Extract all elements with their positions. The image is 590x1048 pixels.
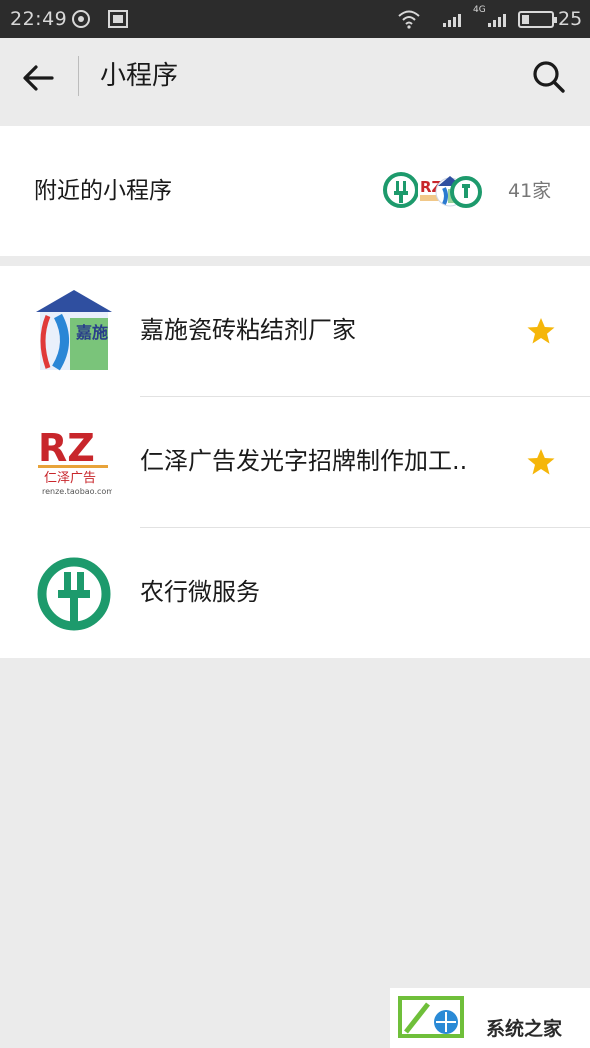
arrow-left-icon[interactable] [20,60,60,100]
list-item-jiashi[interactable]: 嘉施 嘉施瓷砖粘结剂厂家 [0,266,590,397]
status-bar: 22:49 4G 25 [0,0,590,38]
abc-bank-logo [37,557,111,631]
star-icon[interactable] [526,316,556,346]
watermark: 系统之家 [390,988,590,1048]
svg-text:RZ: RZ [38,426,95,470]
list-item-abc[interactable]: 农行微服务 [0,528,590,659]
abc-bank-logo-small [383,172,419,208]
watermark-logo-icon [398,996,464,1038]
abc-bank-logo-small-2 [450,176,482,208]
sync-icon [72,10,90,28]
jiashi-logo: 嘉施 [36,290,112,371]
renze-logo: RZ 仁泽广告 renze.taobao.com [38,426,112,496]
network-type: 4G [473,5,486,15]
battery-icon [518,11,557,28]
search-icon[interactable] [528,58,572,98]
wifi-icon [398,10,420,29]
nearby-label: 附近的小程序 [34,178,172,204]
list-item-name: 嘉施瓷砖粘结剂厂家 [140,316,356,344]
nearby-count: 41家 [508,180,552,202]
signal-icon-1 [443,11,465,27]
svg-text:嘉施: 嘉施 [75,323,108,342]
list-item-name: 农行微服务 [140,578,260,606]
signal-icon-2 [488,11,510,27]
list-item-renze[interactable]: RZ 仁泽广告 renze.taobao.com 仁泽广告发光字招牌制作加工.. [0,397,590,528]
status-time: 22:49 [10,8,68,30]
header-divider [78,56,79,96]
svg-text:renze.taobao.com: renze.taobao.com [42,487,112,496]
battery-level: 25 [558,8,583,30]
nearby-mini-programs-row[interactable]: 附近的小程序 RZ 41家 [0,126,590,256]
watermark-text: 系统之家 [486,1018,563,1040]
star-icon[interactable] [526,447,556,477]
nearby-logos: RZ [383,172,482,208]
mini-program-list: 嘉施 嘉施瓷砖粘结剂厂家 RZ 仁泽广告 renze.taobao.com 仁泽… [0,266,590,658]
list-item-name: 仁泽广告发光字招牌制作加工.. [140,447,468,475]
image-notification-icon [108,10,128,28]
page-title: 小程序 [100,61,179,91]
svg-text:仁泽广告: 仁泽广告 [44,471,96,486]
app-header: 小程序 [0,38,590,126]
